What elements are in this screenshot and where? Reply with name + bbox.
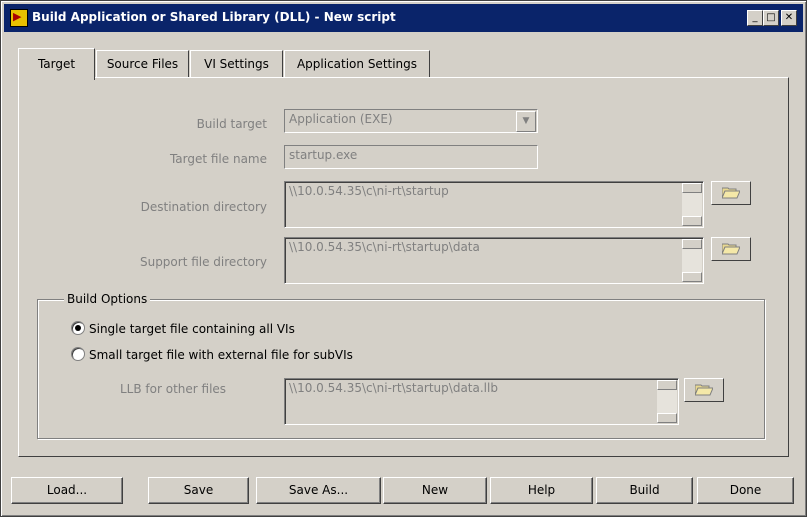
destination-directory-label: Destination directory	[140, 200, 267, 214]
support-file-directory-input[interactable]: \\10.0.54.35\c\ni-rt\startup\data	[284, 237, 704, 284]
scroll-track[interactable]	[682, 193, 702, 216]
target-file-name-value: startup.exe	[289, 148, 358, 162]
scroll-up-button[interactable]	[657, 380, 677, 390]
llb-scrollbar[interactable]	[657, 380, 677, 423]
scroll-down-button[interactable]	[682, 216, 702, 226]
scroll-track[interactable]	[657, 390, 677, 413]
llb-value: \\10.0.54.35\c\ni-rt\startup\data.llb	[289, 381, 498, 395]
close-button[interactable]: ✕	[781, 10, 797, 26]
tab-application-settings[interactable]: Application Settings	[284, 50, 430, 78]
scroll-up-button[interactable]	[682, 183, 702, 193]
support-browse-button[interactable]	[711, 237, 751, 261]
open-folder-icon	[722, 243, 740, 255]
radio-small-target[interactable]	[71, 347, 85, 361]
option-small-label: Small target file with external file for…	[89, 348, 353, 362]
radio-single-target[interactable]	[71, 321, 85, 335]
llb-input[interactable]: \\10.0.54.35\c\ni-rt\startup\data.llb	[284, 378, 679, 425]
support-scrollbar[interactable]	[682, 239, 702, 282]
scroll-up-button[interactable]	[682, 239, 702, 249]
save-button[interactable]: Save	[148, 477, 249, 504]
build-button[interactable]: Build	[596, 477, 693, 504]
chevron-down-icon[interactable]: ▼	[516, 111, 536, 132]
maximize-button[interactable]: □	[763, 10, 779, 26]
target-file-name-input[interactable]: startup.exe	[284, 145, 538, 169]
title-bar[interactable]: Build Application or Shared Library (DLL…	[4, 4, 803, 32]
minimize-button[interactable]: _	[747, 10, 763, 26]
new-button[interactable]: New	[383, 477, 487, 504]
labview-app-icon	[10, 9, 28, 27]
build-target-value: Application (EXE)	[289, 112, 393, 126]
done-button[interactable]: Done	[697, 477, 794, 504]
help-button[interactable]: Help	[490, 477, 593, 504]
scroll-track[interactable]	[682, 249, 702, 272]
destination-directory-input[interactable]: \\10.0.54.35\c\ni-rt\startup	[284, 181, 704, 228]
tab-target[interactable]: Target	[18, 48, 95, 80]
option-single-label: Single target file containing all VIs	[89, 322, 295, 336]
build-target-select[interactable]: Application (EXE) ▼	[284, 109, 538, 133]
save-as-button[interactable]: Save As...	[256, 477, 381, 504]
destination-scrollbar[interactable]	[682, 183, 702, 226]
scroll-down-button[interactable]	[657, 413, 677, 423]
support-file-directory-value: \\10.0.54.35\c\ni-rt\startup\data	[289, 240, 480, 254]
tab-vi-settings[interactable]: VI Settings	[190, 50, 283, 78]
window-title: Build Application or Shared Library (DLL…	[32, 10, 396, 24]
llb-browse-button[interactable]	[684, 378, 724, 402]
destination-browse-button[interactable]	[711, 181, 751, 205]
scroll-down-button[interactable]	[682, 272, 702, 282]
option-single-target-file[interactable]: Single target file containing all VIs	[71, 321, 295, 336]
open-folder-icon	[695, 384, 713, 396]
build-options-title: Build Options	[64, 292, 151, 306]
build-application-window: Build Application or Shared Library (DLL…	[0, 0, 807, 517]
destination-directory-value: \\10.0.54.35\c\ni-rt\startup	[289, 184, 449, 198]
load-button[interactable]: Load...	[11, 477, 123, 504]
open-folder-icon	[722, 187, 740, 199]
support-file-directory-label: Support file directory	[139, 255, 267, 269]
llb-label: LLB for other files	[120, 382, 227, 396]
option-small-target-file[interactable]: Small target file with external file for…	[71, 347, 353, 362]
tab-source-files[interactable]: Source Files	[96, 50, 189, 78]
build-target-label: Build target	[196, 117, 267, 131]
target-file-name-label: Target file name	[169, 152, 267, 166]
